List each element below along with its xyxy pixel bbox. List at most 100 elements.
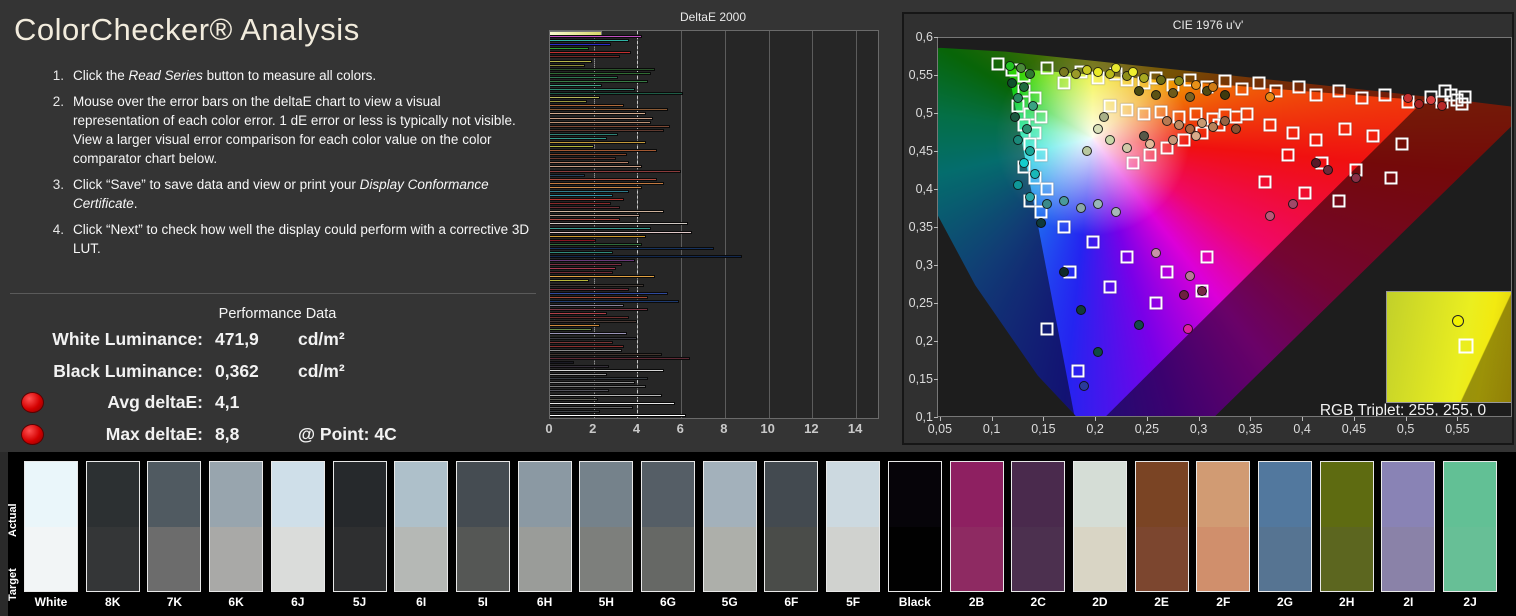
deltae-bar[interactable] [550,360,575,364]
deltae-bar[interactable] [550,222,688,226]
deltae-bar[interactable] [550,116,653,120]
deltae-bar[interactable] [550,303,625,307]
swatch-5J[interactable] [332,461,387,592]
swatch-6I[interactable] [394,461,449,592]
swatch-2B[interactable] [949,461,1004,592]
deltae-bar[interactable] [550,165,642,169]
deltae-bar[interactable] [550,283,645,287]
deltae-bar[interactable] [550,320,638,324]
deltae-bar[interactable] [550,132,618,136]
deltae-bar[interactable] [550,83,603,87]
deltae-bar[interactable] [550,413,686,417]
deltae-bar[interactable] [550,79,649,83]
deltae-bar[interactable] [550,39,629,43]
deltae-bar[interactable] [550,316,629,320]
deltae-bar[interactable] [550,242,642,246]
swatch-6H[interactable] [517,461,572,592]
deltae-bar[interactable] [550,136,607,140]
deltae-bar[interactable] [550,206,620,210]
deltae-bar[interactable] [550,96,601,100]
deltae-bar[interactable] [550,181,664,185]
deltae-bar[interactable] [550,312,607,316]
deltae-bar[interactable] [550,157,616,161]
deltae-bar[interactable] [550,161,629,165]
deltae-bar[interactable] [550,177,658,181]
swatch-2C[interactable] [1011,461,1066,592]
swatch-2I[interactable] [1381,461,1436,592]
swatch-2G[interactable] [1258,461,1312,592]
deltae-bar[interactable] [550,287,629,291]
swatch-2F[interactable] [1196,461,1251,592]
deltae-bar[interactable] [550,120,651,124]
deltae-bar[interactable] [550,88,636,92]
deltae-bar[interactable] [550,299,679,303]
deltae-bar[interactable] [550,128,664,132]
deltae-bar[interactable] [550,104,625,108]
deltae-bar[interactable] [550,352,662,356]
deltae-bar[interactable] [550,75,618,79]
deltae-bar[interactable] [550,279,590,283]
swatch-5G[interactable] [702,461,757,592]
deltae-bar[interactable] [550,35,642,39]
deltae-bar[interactable] [550,377,649,381]
deltae-bar[interactable] [550,401,675,405]
deltae-bar[interactable] [550,51,631,55]
deltae-bar[interactable] [550,409,601,413]
deltae-bar[interactable] [550,234,647,238]
deltae-bar[interactable] [550,226,651,230]
deltae-bar[interactable] [550,246,714,250]
swatch-2H[interactable] [1319,461,1374,592]
deltae-chart-plot[interactable] [549,30,879,419]
deltae-bar[interactable] [550,250,614,254]
deltae-bar[interactable] [550,328,592,332]
deltae-bar[interactable] [550,169,682,173]
swatch-6J[interactable] [270,461,325,592]
deltae-bar[interactable] [550,230,693,234]
deltae-bar[interactable] [550,275,655,279]
deltae-bar[interactable] [550,67,655,71]
swatch-2E[interactable] [1134,461,1189,592]
deltae-bar[interactable] [550,145,594,149]
swatch-White[interactable] [24,461,78,592]
deltae-bar[interactable] [550,344,625,348]
deltae-bar[interactable] [550,238,596,242]
deltae-bar[interactable] [550,373,607,377]
deltae-bar[interactable] [550,100,588,104]
deltae-bar[interactable] [550,369,664,373]
deltae-bar[interactable] [550,365,610,369]
deltae-bar[interactable] [550,308,649,311]
swatch-5F[interactable] [826,461,881,592]
deltae-bar[interactable] [550,267,616,271]
deltae-bar[interactable] [550,149,658,153]
swatch-6K[interactable] [209,461,264,592]
deltae-bar[interactable] [550,153,627,157]
deltae-bar[interactable] [550,271,614,275]
deltae-bar[interactable] [550,47,590,51]
deltae-bar[interactable] [550,108,669,112]
deltae-bar[interactable] [550,55,620,59]
deltae-bar[interactable] [550,255,743,259]
deltae-bar[interactable] [550,218,620,222]
deltae-bar[interactable] [550,140,647,144]
deltae-bar[interactable] [550,193,614,197]
swatch-7K[interactable] [147,461,202,592]
deltae-bar[interactable] [550,210,664,214]
deltae-bar[interactable] [550,185,642,189]
deltae-bar[interactable] [550,336,638,340]
deltae-bar[interactable] [550,173,585,177]
deltae-bar[interactable] [550,92,684,96]
deltae-bar[interactable] [550,348,623,352]
deltae-bar[interactable] [550,381,636,385]
deltae-bar[interactable] [550,59,592,63]
deltae-bar[interactable] [550,405,634,409]
deltae-bar[interactable] [550,389,610,393]
deltae-bar[interactable] [550,263,623,267]
deltae-bar[interactable] [550,112,647,116]
deltae-bar[interactable] [550,324,601,328]
deltae-bar[interactable] [550,385,647,389]
deltae-bar[interactable] [550,340,614,344]
deltae-bar[interactable] [550,259,636,263]
swatch-6F[interactable] [764,461,819,592]
swatch-5I[interactable] [455,461,510,592]
deltae-bar[interactable] [550,189,629,193]
